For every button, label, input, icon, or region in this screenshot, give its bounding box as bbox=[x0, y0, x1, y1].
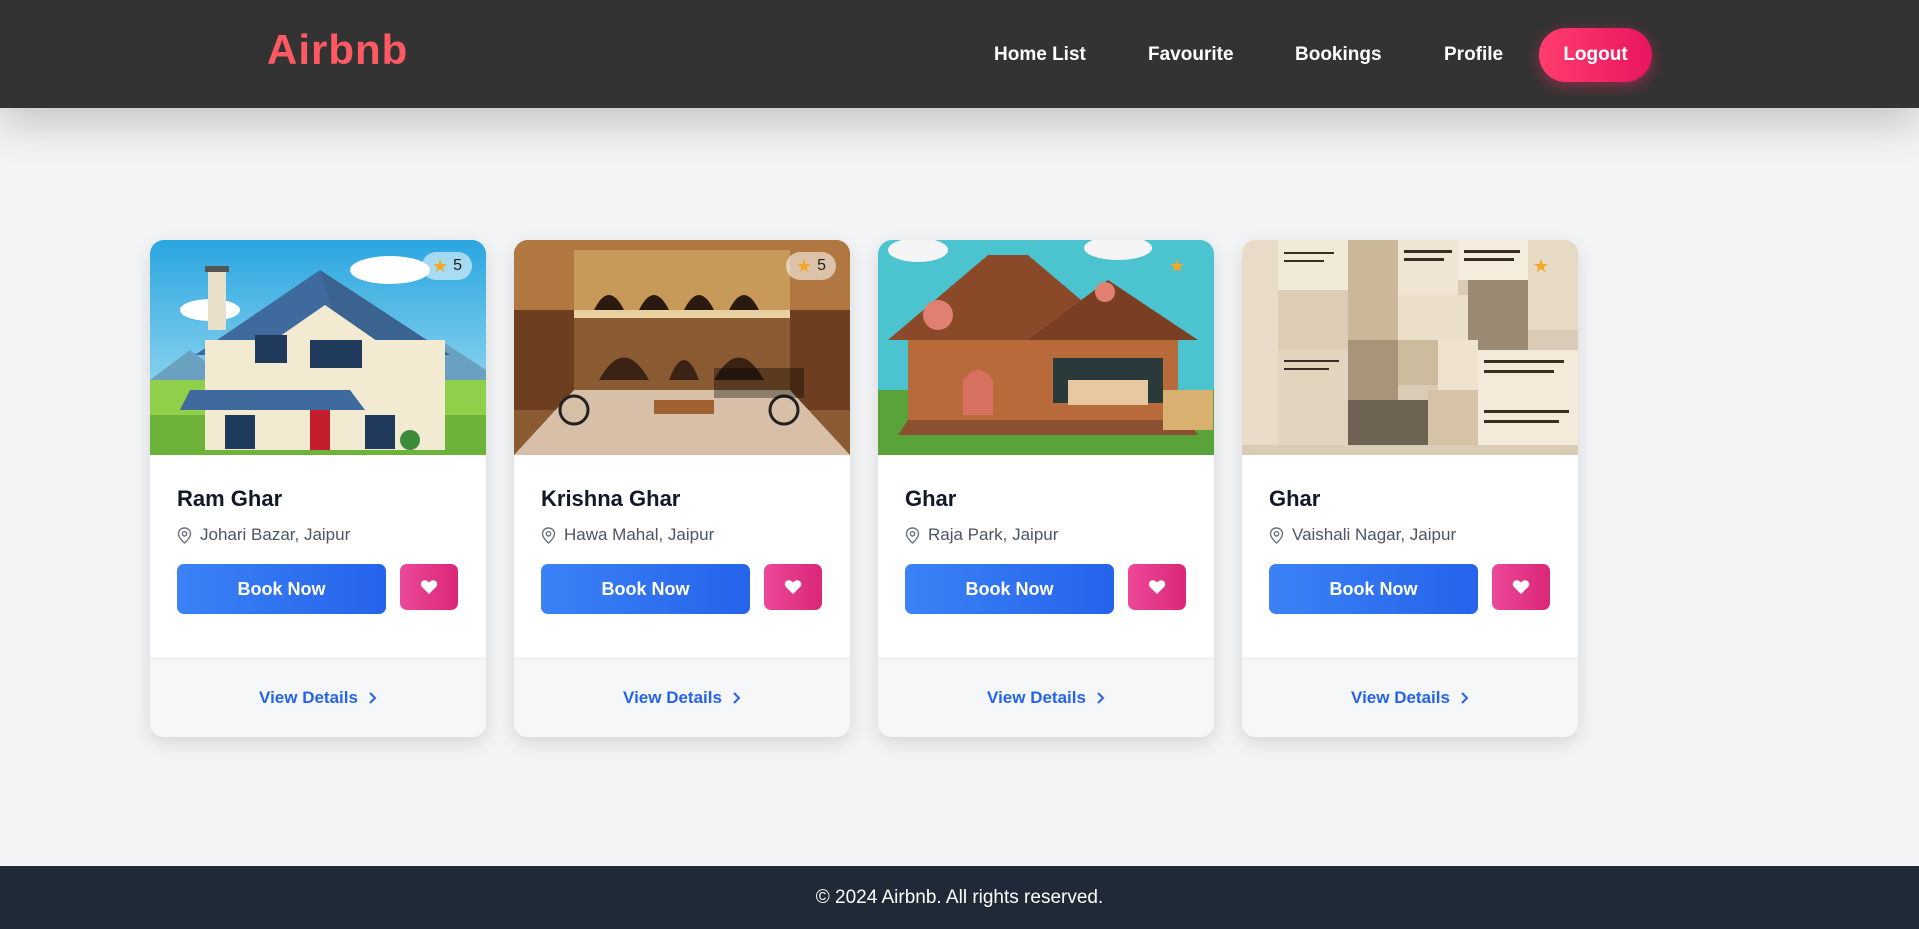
page-footer: © 2024 Airbnb. All rights reserved. bbox=[0, 866, 1919, 929]
brand-logo[interactable]: Airbnb bbox=[267, 26, 408, 74]
card-footer: View Details bbox=[150, 658, 486, 737]
home-location-text: Johari Bazar, Jaipur bbox=[200, 525, 351, 544]
home-title: Ghar bbox=[905, 486, 957, 511]
view-details-label: View Details bbox=[623, 688, 722, 707]
favourite-button[interactable] bbox=[1492, 564, 1550, 610]
heart-icon bbox=[1512, 580, 1530, 594]
view-details-link[interactable]: View Details bbox=[1351, 688, 1469, 708]
rating-value: 5 bbox=[453, 257, 462, 274]
book-now-button[interactable]: Book Now bbox=[905, 564, 1114, 614]
chevron-right-icon bbox=[1461, 692, 1469, 704]
map-pin-icon bbox=[541, 526, 556, 544]
heart-icon bbox=[784, 580, 802, 594]
rating-value: 5 bbox=[817, 257, 826, 274]
view-details-label: View Details bbox=[1351, 688, 1450, 707]
home-location-text: Vaishali Nagar, Jaipur bbox=[1292, 525, 1457, 544]
home-card: ★ 5 Krishna Ghar Hawa Mahal, Jaipur Book… bbox=[514, 240, 850, 737]
chevron-right-icon bbox=[1097, 692, 1105, 704]
home-card: ★ Ghar Vaishali Nagar, Jaipur Book Now V… bbox=[1242, 240, 1578, 737]
star-icon: ★ bbox=[1168, 255, 1185, 276]
rating-badge: ★ bbox=[1159, 252, 1200, 280]
rating-badge: ★ 5 bbox=[421, 252, 472, 280]
map-pin-icon bbox=[905, 526, 920, 544]
home-image[interactable]: ★ bbox=[1242, 240, 1578, 455]
home-title: Ghar bbox=[1269, 486, 1321, 511]
book-now-button[interactable]: Book Now bbox=[177, 564, 386, 614]
nav-profile[interactable]: Profile bbox=[1444, 44, 1503, 66]
home-image[interactable]: ★ 5 bbox=[514, 240, 850, 455]
favourite-button[interactable] bbox=[764, 564, 822, 610]
navbar: Airbnb Home List Favourite Bookings Prof… bbox=[0, 0, 1919, 108]
home-location-text: Raja Park, Jaipur bbox=[928, 525, 1059, 544]
home-card: ★ Ghar Raja Park, Jaipur Book Now View D… bbox=[878, 240, 1214, 737]
home-location: Raja Park, Jaipur bbox=[905, 525, 1058, 545]
home-image[interactable]: ★ 5 bbox=[150, 240, 486, 455]
card-footer: View Details bbox=[514, 658, 850, 737]
map-pin-icon bbox=[1269, 526, 1284, 544]
nav-favourite[interactable]: Favourite bbox=[1148, 44, 1234, 66]
card-footer: View Details bbox=[878, 658, 1214, 737]
star-icon: ★ bbox=[431, 255, 449, 276]
copyright-text: © 2024 Airbnb. All rights reserved. bbox=[815, 886, 1104, 908]
star-icon: ★ bbox=[1532, 255, 1549, 276]
heart-icon bbox=[420, 580, 438, 594]
rating-badge: ★ bbox=[1523, 252, 1564, 280]
book-now-button[interactable]: Book Now bbox=[541, 564, 750, 614]
view-details-label: View Details bbox=[987, 688, 1086, 707]
chevron-right-icon bbox=[733, 692, 741, 704]
book-now-button[interactable]: Book Now bbox=[1269, 564, 1478, 614]
rating-badge: ★ 5 bbox=[785, 252, 836, 280]
chevron-right-icon bbox=[369, 692, 377, 704]
view-details-link[interactable]: View Details bbox=[987, 688, 1105, 708]
home-title: Ram Ghar bbox=[177, 486, 283, 511]
view-details-link[interactable]: View Details bbox=[259, 688, 377, 708]
map-pin-icon bbox=[177, 526, 192, 544]
home-location: Vaishali Nagar, Jaipur bbox=[1269, 525, 1456, 545]
home-image[interactable]: ★ bbox=[878, 240, 1214, 455]
home-location: Johari Bazar, Jaipur bbox=[177, 525, 350, 545]
nav-bookings[interactable]: Bookings bbox=[1295, 44, 1382, 66]
home-location-text: Hawa Mahal, Jaipur bbox=[564, 525, 715, 544]
favourite-button[interactable] bbox=[1128, 564, 1186, 610]
home-title: Krishna Ghar bbox=[541, 486, 681, 511]
star-icon: ★ bbox=[795, 255, 813, 276]
card-footer: View Details bbox=[1242, 658, 1578, 737]
heart-icon bbox=[1148, 580, 1166, 594]
home-location: Hawa Mahal, Jaipur bbox=[541, 525, 714, 545]
view-details-link[interactable]: View Details bbox=[623, 688, 741, 708]
logout-button[interactable]: Logout bbox=[1539, 28, 1652, 82]
favourite-button[interactable] bbox=[400, 564, 458, 610]
view-details-label: View Details bbox=[259, 688, 358, 707]
nav-home-list[interactable]: Home List bbox=[994, 44, 1086, 66]
home-card: ★ 5 Ram Ghar Johari Bazar, Jaipur Book N… bbox=[150, 240, 486, 737]
